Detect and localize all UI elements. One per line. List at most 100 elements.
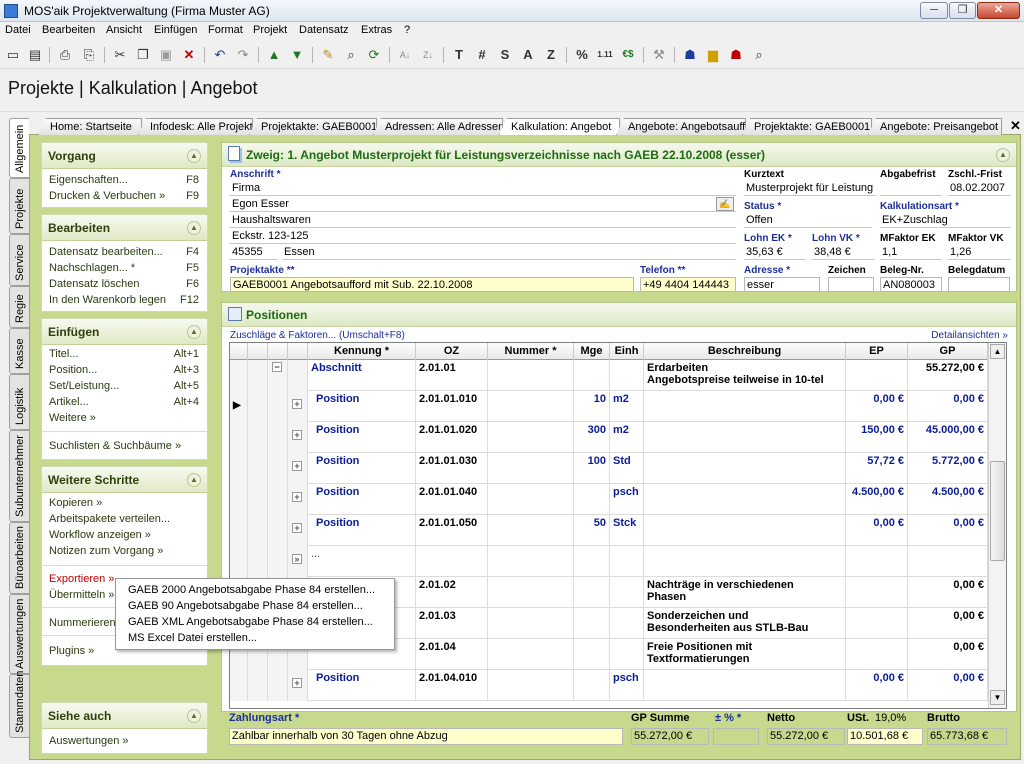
tab-angebote-aufforderung[interactable]: Angebote: Angebotsaufforderung (616, 118, 746, 135)
s-icon[interactable]: S (496, 46, 514, 64)
close-tab-icon[interactable]: ✕ (1010, 118, 1021, 134)
link-weitere[interactable]: Weitere » (49, 412, 96, 424)
column-header[interactable]: GP (908, 343, 988, 360)
link-auswertungen[interactable]: Auswertungen » (49, 735, 129, 747)
expand-tree-icon[interactable]: + (292, 678, 302, 688)
plus-minus-field[interactable] (713, 728, 759, 745)
link-nummerieren[interactable]: Nummerieren (49, 617, 116, 629)
move-up-icon[interactable]: ▲ (265, 46, 283, 64)
link-eigenschaften[interactable]: Eigenschaften... (49, 174, 128, 186)
copy-icon[interactable]: ❐ (134, 46, 152, 64)
link-drucken[interactable]: Drucken & Verbuchen » (49, 190, 165, 202)
link-arbeitspakete[interactable]: Arbeitspakete verteilen... (49, 513, 170, 525)
z-icon[interactable]: Z (542, 46, 560, 64)
section-header[interactable]: Siehe auch ▲ (42, 703, 207, 729)
beleg-field[interactable]: AN080003 (880, 277, 942, 292)
collapse-icon[interactable]: ▲ (187, 149, 201, 163)
text-icon[interactable]: T (450, 46, 468, 64)
plz-field[interactable]: 45355 (230, 245, 278, 260)
tab-home[interactable]: Home: Startseite (38, 118, 142, 135)
table-row[interactable]: − Abschnitt 2.01.01 Erdarbeiten Angebotsprei… (230, 360, 988, 391)
abgabefrist-field[interactable] (880, 181, 942, 196)
tab-angebote-preis[interactable]: Angebote: Preisangebot (868, 118, 1002, 135)
menu-datei[interactable]: Datei (5, 24, 31, 36)
collapse-tree-icon[interactable]: − (272, 362, 282, 372)
cut-icon[interactable]: ✂ (111, 46, 129, 64)
belegdatum-field[interactable] (948, 277, 1010, 292)
zuschlaege-link[interactable]: Zuschläge & Faktoren... (Umschalt+F8) (230, 330, 405, 341)
menu-item-gaeb-2000[interactable]: GAEB 2000 Angebotsabgabe Phase 84 erstel… (128, 584, 375, 596)
table-row[interactable]: ▶ + Position 2.01.01.010 10 m2 0,00 €0,00 € (230, 391, 988, 422)
link-warenkorb[interactable]: In den Warenkorb legen (49, 294, 166, 306)
user-blue-icon[interactable]: ☗ (681, 46, 699, 64)
tools-icon[interactable]: ⚒ (650, 46, 668, 64)
link-position[interactable]: Position... (49, 364, 97, 376)
link-datensatz-bearbeiten[interactable]: Datensatz bearbeiten... (49, 246, 163, 258)
new-icon[interactable]: ▭ (4, 46, 22, 64)
collapse-icon[interactable]: ▲ (187, 709, 201, 723)
table-row[interactable]: + Position 2.01.01.020 300 m2 150,00 €45.000,… (230, 422, 988, 453)
tab-kalkulation[interactable]: Kalkulation: Angebot (499, 118, 620, 135)
open-icon[interactable]: ▤ (26, 46, 44, 64)
section-header[interactable]: Vorgang ▲ (42, 143, 207, 169)
menu-projekt[interactable]: Projekt (253, 24, 287, 36)
find-icon[interactable]: ⌕ (342, 46, 360, 64)
decimal-icon[interactable]: 1.11 (596, 46, 614, 64)
menu-bearbeiten[interactable]: Bearbeiten (42, 24, 95, 36)
detailansichten-link[interactable]: Detailansichten » (931, 330, 1008, 341)
table-row[interactable]: + Position 2.01.01.040 psch 4.500,00 €4.500,… (230, 484, 988, 515)
collapse-icon[interactable]: ▲ (187, 473, 201, 487)
menu-item-excel[interactable]: MS Excel Datei erstellen... (128, 632, 257, 644)
table-row[interactable]: »... (230, 546, 988, 577)
expand-tree-icon[interactable]: + (292, 461, 302, 471)
lohn-vk-field[interactable]: 38,48 € (812, 245, 874, 260)
projektakte-field[interactable]: GAEB0001 Angebotsaufford mit Sub. 22.10.… (230, 277, 634, 292)
signature-icon[interactable]: ✍ (716, 197, 734, 211)
kalkulationsart-field[interactable]: EK+Zuschlag (880, 213, 1010, 228)
status-field[interactable]: Offen (744, 213, 872, 228)
link-exportieren[interactable]: Exportieren » (49, 573, 114, 585)
vtab-regie[interactable]: Regie (9, 286, 29, 328)
expand-tree-icon[interactable]: + (292, 430, 302, 440)
collapse-icon[interactable]: ▲ (187, 221, 201, 235)
tab-projektakte-1[interactable]: Projektakte: GAEB0001 (249, 118, 377, 135)
a-icon[interactable]: A (519, 46, 537, 64)
mfaktor-ek-field[interactable]: 1,1 (880, 245, 942, 260)
menu-format[interactable]: Format (208, 24, 243, 36)
collapse-icon[interactable]: ▲ (187, 325, 201, 339)
section-header[interactable]: Einfügen ▲ (42, 319, 207, 345)
expand-tree-icon[interactable]: + (292, 399, 302, 409)
more-tree-icon[interactable]: » (292, 554, 302, 564)
print-preview-icon[interactable]: ⎘ (80, 46, 98, 64)
zeichen-field[interactable] (828, 277, 874, 292)
adresse-field[interactable]: esser (744, 277, 820, 292)
collapse-icon[interactable]: ▲ (996, 148, 1010, 162)
table-row[interactable]: + Position 2.01.01.030 100 Std 57,72 €5.772,0… (230, 453, 988, 484)
tab-infodesk[interactable]: Infodesk: Alle Projekte (138, 118, 253, 135)
user-red-icon[interactable]: ☗ (727, 46, 745, 64)
move-down-icon[interactable]: ▼ (288, 46, 306, 64)
ort-field[interactable]: Essen (282, 245, 736, 260)
sort-desc-icon[interactable]: Z↓ (419, 46, 437, 64)
tab-projektakte-2[interactable]: Projektakte: GAEB0001 (742, 118, 872, 135)
menu-einfuegen[interactable]: Einfügen (154, 24, 197, 36)
vtab-subunternehmer[interactable]: Subunternehmer (9, 430, 29, 522)
column-header[interactable]: OZ (416, 343, 488, 360)
vtab-stammdaten[interactable]: Stammdaten (9, 671, 29, 738)
sort-asc-icon[interactable]: A↓ (396, 46, 414, 64)
address-line-2[interactable]: Egon Esser (230, 197, 736, 212)
column-header[interactable]: Einh (610, 343, 644, 360)
table-row[interactable]: + Position 2.01.04.010 psch 0,00 €0,00 € (230, 670, 988, 701)
currency-icon[interactable]: €$ (619, 46, 637, 64)
table-row[interactable]: + Position 2.01.01.050 50 Stck 0,00 €0,00 € (230, 515, 988, 546)
link-workflow[interactable]: Workflow anzeigen » (49, 529, 151, 541)
link-notizen[interactable]: Notizen zum Vorgang » (49, 545, 163, 557)
column-header[interactable]: EP (846, 343, 908, 360)
search-doc-icon[interactable]: ⌕ (750, 46, 768, 64)
vtab-service[interactable]: Service (9, 234, 29, 286)
menu-help[interactable]: ? (404, 24, 410, 36)
vertical-scrollbar[interactable]: ▲ ▼ (988, 343, 1006, 708)
lock-yellow-icon[interactable]: ▆ (704, 46, 722, 64)
column-header[interactable]: Nummer * (488, 343, 574, 360)
link-uebermitteln[interactable]: Übermitteln » (49, 589, 114, 601)
